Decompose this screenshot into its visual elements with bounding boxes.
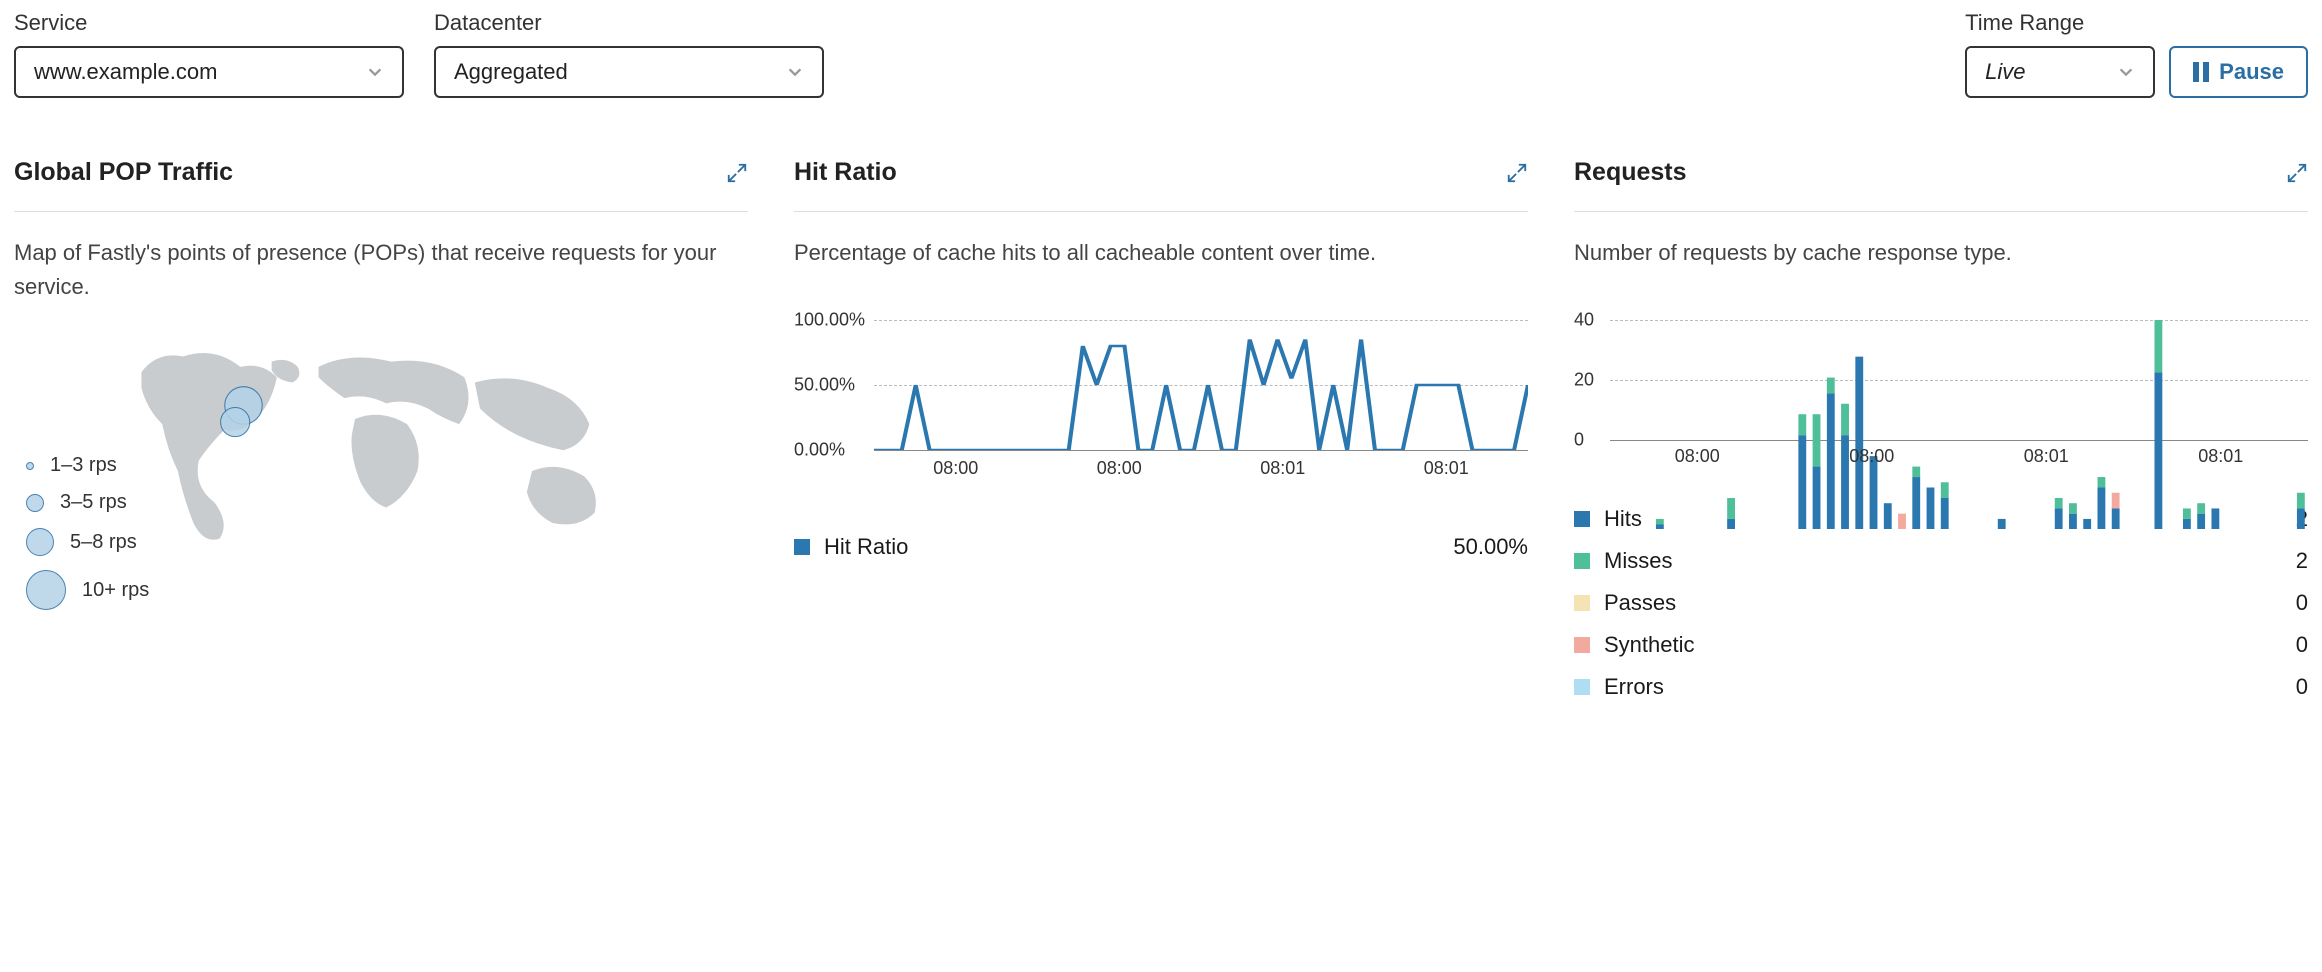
service-select[interactable]: www.example.com — [14, 46, 404, 98]
hit-card-desc: Percentage of cache hits to all cacheabl… — [794, 236, 1528, 304]
x-tick: 08:01 — [1260, 458, 1305, 479]
legend-label: Errors — [1604, 674, 1664, 700]
legend-label: Synthetic — [1604, 632, 1695, 658]
hit-metric-value: 50.00% — [1453, 534, 1528, 560]
req-legend-row: Passes 0 — [1574, 590, 2308, 616]
service-value: www.example.com — [34, 59, 217, 85]
pause-button[interactable]: Pause — [2169, 46, 2308, 98]
legend-value: 2 — [2296, 548, 2308, 574]
swatch-icon — [1574, 553, 1590, 569]
legend-bubble-icon — [26, 528, 54, 556]
datacenter-value: Aggregated — [454, 59, 568, 85]
legend-label: 1–3 rps — [50, 454, 117, 477]
map-legend-row: 5–8 rps — [26, 528, 149, 556]
service-label: Service — [14, 10, 404, 36]
legend-bubble-icon — [26, 462, 34, 470]
chevron-down-icon — [786, 63, 804, 81]
timerange-label: Time Range — [1965, 10, 2155, 36]
swatch-icon — [1574, 595, 1590, 611]
x-tick: 08:00 — [1849, 446, 1894, 467]
legend-label: Passes — [1604, 590, 1676, 616]
pause-icon — [2193, 62, 2209, 82]
req-card-title: Requests — [1574, 158, 1687, 187]
x-tick: 08:01 — [2198, 446, 2243, 467]
chevron-down-icon — [2117, 63, 2135, 81]
y-tick: 20 — [1574, 370, 1594, 391]
hit-metric-label: Hit Ratio — [824, 534, 908, 560]
x-tick: 08:00 — [1097, 458, 1142, 479]
y-tick: 50.00% — [794, 375, 855, 396]
x-tick: 08:01 — [2024, 446, 2069, 467]
y-tick: 0.00% — [794, 440, 845, 461]
x-tick: 08:00 — [933, 458, 978, 479]
pop-card-desc: Map of Fastly's points of presence (POPs… — [14, 236, 748, 304]
map-legend-row: 1–3 rps — [26, 454, 149, 477]
timerange-value: Live — [1985, 59, 2025, 85]
swatch-icon — [794, 539, 810, 555]
map-legend-row: 10+ rps — [26, 570, 149, 610]
req-legend-row: Synthetic 0 — [1574, 632, 2308, 658]
datacenter-label: Datacenter — [434, 10, 824, 36]
swatch-icon — [1574, 637, 1590, 653]
legend-value: 0 — [2296, 632, 2308, 658]
legend-label: Misses — [1604, 548, 1672, 574]
pop-map: 1–3 rps3–5 rps5–8 rps10+ rps — [14, 320, 748, 570]
pause-button-label: Pause — [2219, 59, 2284, 85]
expand-icon[interactable] — [2286, 162, 2308, 184]
legend-label: 10+ rps — [82, 579, 149, 602]
expand-icon[interactable] — [1506, 162, 1528, 184]
y-tick: 0 — [1574, 430, 1584, 451]
map-legend-row: 3–5 rps — [26, 491, 149, 514]
legend-value: 0 — [2296, 674, 2308, 700]
req-legend-row: Errors 0 — [1574, 674, 2308, 700]
hit-ratio-chart: 100.00% 50.00% 0.00% 08:0008:0008:0108:0… — [794, 320, 1528, 490]
pop-card-title: Global POP Traffic — [14, 158, 233, 187]
legend-label: 5–8 rps — [70, 531, 137, 554]
requests-chart: 40 20 0 08:0008:0008:0108:01 — [1574, 320, 2308, 480]
y-tick: 100.00% — [794, 310, 865, 331]
y-tick: 40 — [1574, 310, 1594, 331]
legend-bubble-icon — [26, 570, 66, 610]
req-card-desc: Number of requests by cache response typ… — [1574, 236, 2308, 304]
legend-value: 0 — [2296, 590, 2308, 616]
swatch-icon — [1574, 679, 1590, 695]
legend-label: 3–5 rps — [60, 491, 127, 514]
chevron-down-icon — [366, 63, 384, 81]
legend-bubble-icon — [26, 494, 44, 512]
timerange-select[interactable]: Live — [1965, 46, 2155, 98]
expand-icon[interactable] — [726, 162, 748, 184]
hit-card-title: Hit Ratio — [794, 158, 897, 187]
x-tick: 08:00 — [1675, 446, 1720, 467]
x-tick: 08:01 — [1424, 458, 1469, 479]
datacenter-select[interactable]: Aggregated — [434, 46, 824, 98]
req-legend-row: Misses 2 — [1574, 548, 2308, 574]
swatch-icon — [1574, 511, 1590, 527]
